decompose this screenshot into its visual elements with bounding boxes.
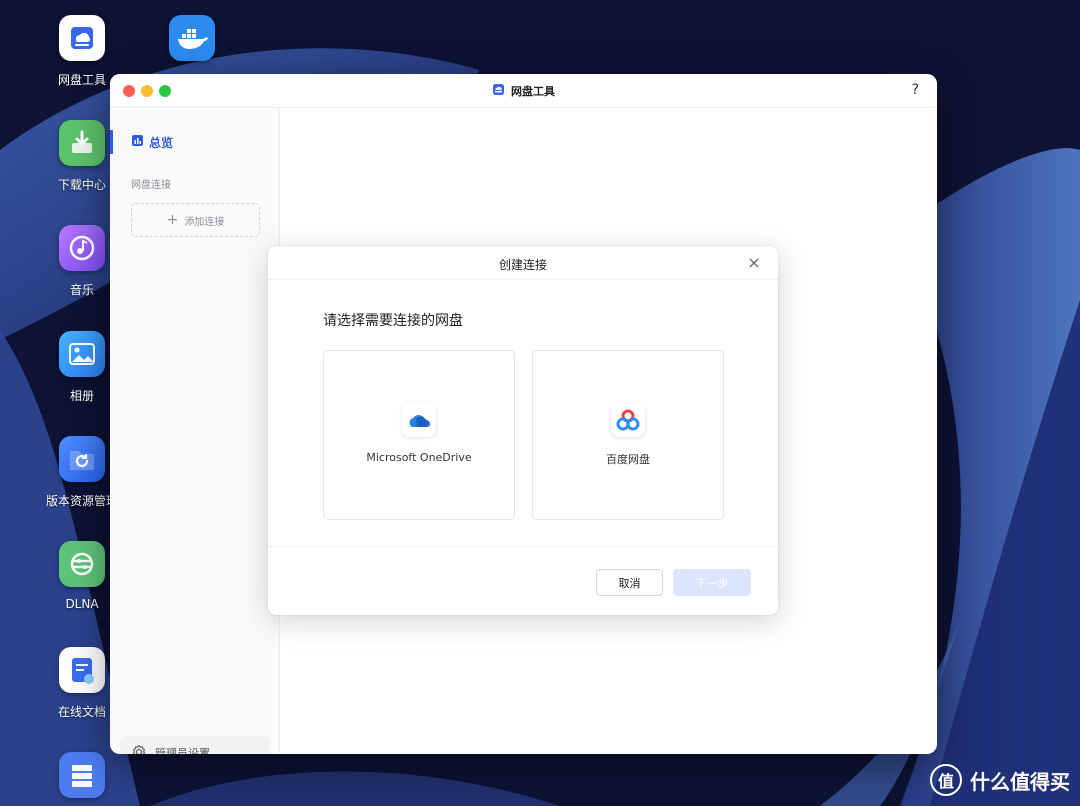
sidebar: 总览 网盘连接 + 添加连接 管理员设置 [110, 108, 280, 754]
watermark-text: 什么值得买 [970, 769, 1070, 794]
plus-icon: + [166, 212, 179, 228]
admin-settings-label: 管理员设置 [155, 747, 210, 754]
watermark: 值 什么值得买 [930, 764, 1070, 796]
onedrive-icon [402, 403, 436, 437]
smzdm-logo: 值 [930, 764, 962, 796]
dialog-header: 创建连接 [268, 246, 778, 280]
music-icon [59, 225, 105, 271]
server-icon [59, 752, 105, 798]
dlna-icon [59, 541, 105, 587]
option-label: 百度网盘 [606, 453, 650, 466]
window-title: 网盘工具 [110, 83, 937, 99]
sidebar-item-label: 总览 [149, 135, 174, 150]
cloud-drive-icon [59, 15, 105, 61]
cancel-button[interactable]: 取消 [596, 569, 663, 596]
option-label: Microsoft OneDrive [366, 451, 472, 464]
download-icon [59, 120, 105, 166]
docker-icon [169, 15, 215, 61]
version-manager-icon [59, 436, 105, 482]
gear-icon [131, 744, 147, 754]
cloud-drive-icon [492, 83, 505, 99]
dialog-question: 请选择需要连接的网盘 [323, 313, 463, 329]
desktop-icon-docker[interactable] [142, 15, 242, 71]
online-doc-icon [59, 647, 105, 693]
window-title-text: 网盘工具 [511, 85, 555, 98]
create-connection-dialog: 创建连接 请选择需要连接的网盘 Microsoft OneDrive 百度网盘 … [268, 246, 778, 615]
option-card-onedrive[interactable]: Microsoft OneDrive [323, 350, 515, 520]
smzdm-logo-text: 值 [937, 772, 954, 791]
help-button[interactable]: ? [912, 82, 919, 98]
admin-settings-button[interactable]: 管理员设置 [120, 736, 270, 754]
close-icon[interactable] [746, 255, 762, 271]
dialog-footer-divider [268, 546, 778, 547]
photo-album-icon [59, 331, 105, 377]
add-connection-button[interactable]: + 添加连接 [131, 203, 260, 237]
next-step-button[interactable]: 下一步 [673, 569, 751, 596]
sidebar-item-overview[interactable]: 总览 [110, 130, 280, 154]
add-connection-label: 添加连接 [184, 216, 225, 228]
baidu-netdisk-icon [611, 403, 645, 437]
dialog-title: 创建连接 [498, 258, 547, 272]
option-card-baidu-netdisk[interactable]: 百度网盘 [532, 350, 724, 520]
desktop-icon-server[interactable] [32, 752, 132, 806]
chart-icon [132, 135, 143, 149]
title-bar[interactable]: 网盘工具 ? [110, 74, 937, 108]
sidebar-section-label: 网盘连接 [131, 180, 171, 191]
